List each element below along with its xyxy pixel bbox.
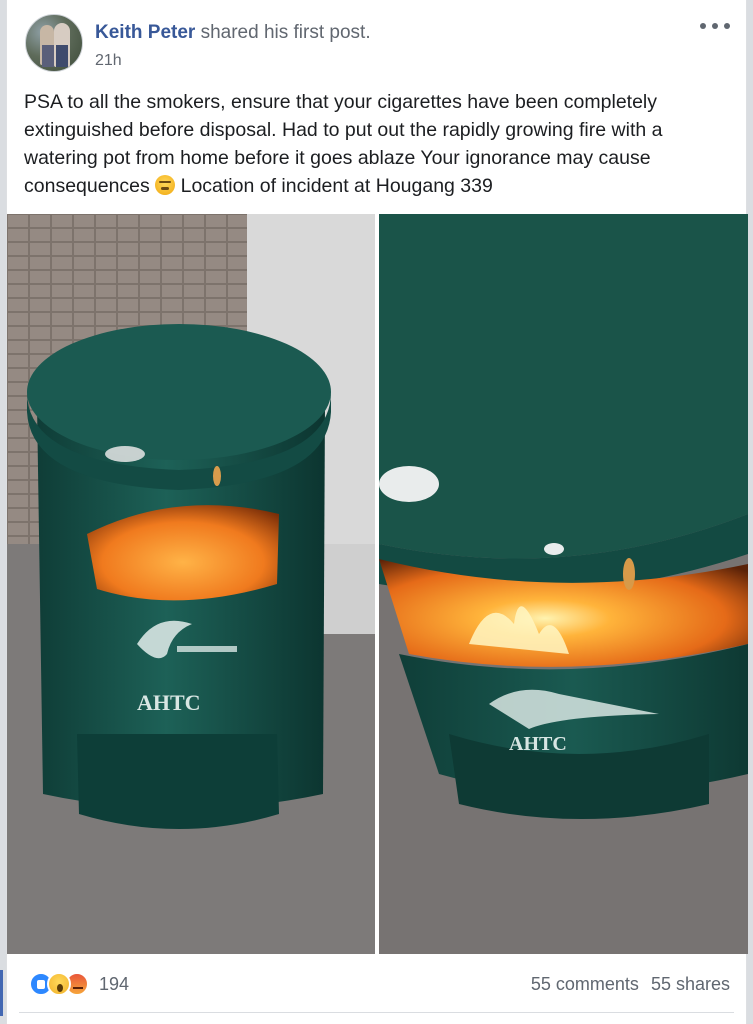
bin-label-right: AHTC [509, 733, 567, 755]
post-author-line: Keith Peter shared his first post. [95, 22, 371, 44]
post-header: Keith Peter shared his first post. 21h [23, 14, 732, 76]
wow-icon [47, 972, 71, 996]
photo-right[interactable]: AHTC [379, 214, 748, 954]
post-photos: AHTC AHTC [7, 214, 748, 954]
author-name-link[interactable]: Keith Peter [95, 22, 195, 43]
post-text-part2: Location of incident at Hougang 339 [175, 175, 493, 197]
post-stats: 55 comments 55 shares [531, 974, 730, 995]
post-card: Keith Peter shared his first post. 21h P… [6, 0, 748, 1024]
post-action-text: shared his first post. [195, 22, 371, 43]
avatar[interactable] [25, 14, 83, 72]
footer-divider [19, 1012, 734, 1013]
post-body-text: PSA to all the smokers, ensure that your… [24, 88, 724, 200]
more-options-icon[interactable] [700, 16, 730, 36]
shares-count-link[interactable]: 55 shares [651, 974, 730, 995]
post-footer: 194 55 comments 55 shares [7, 960, 748, 1010]
reactions-summary[interactable]: 194 [29, 970, 129, 998]
photo-left[interactable]: AHTC [7, 214, 375, 954]
bin-label-left: AHTC [137, 690, 201, 715]
tired-face-emoji-icon [155, 175, 176, 195]
selection-edge [0, 970, 3, 1016]
comments-count-link[interactable]: 55 comments [531, 974, 639, 995]
reaction-count: 194 [99, 973, 130, 994]
post-timestamp[interactable]: 21h [95, 52, 122, 70]
